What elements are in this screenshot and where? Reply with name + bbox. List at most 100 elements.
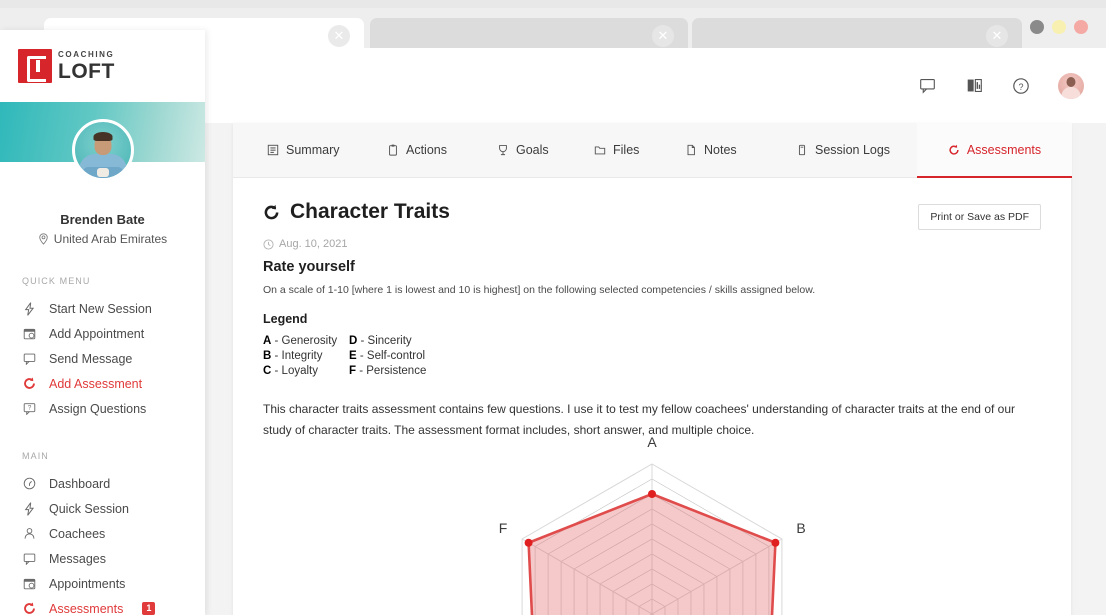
sidebar-item-label: Appointments bbox=[49, 577, 125, 591]
print-save-pdf-button[interactable]: Print or Save as PDF bbox=[918, 204, 1041, 230]
chat-bubble-icon bbox=[22, 551, 37, 566]
logo-text-top: COACHING bbox=[58, 51, 115, 59]
legend-item-d: D - Sincerity bbox=[349, 335, 1041, 347]
chat-bubble-icon bbox=[22, 351, 37, 366]
calendar-icon bbox=[22, 576, 37, 591]
profile-avatar[interactable] bbox=[72, 119, 134, 181]
quick-menu-heading: QUICK MENU bbox=[0, 276, 205, 286]
tab-actions[interactable]: Actions bbox=[387, 123, 447, 178]
sidebar-item-label: Add Assessment bbox=[49, 377, 142, 391]
refresh-circle-icon bbox=[22, 376, 37, 391]
reports-icon[interactable] bbox=[964, 76, 984, 96]
tab-notes[interactable]: Notes bbox=[685, 123, 737, 178]
sidebar: COACHING LOFT Brenden Bate United Arab E… bbox=[0, 30, 205, 615]
session-logs-icon bbox=[796, 144, 808, 156]
help-icon[interactable]: ? bbox=[1011, 76, 1031, 96]
tab-label: Goals bbox=[516, 143, 549, 157]
sidebar-item-label: Coachees bbox=[49, 527, 105, 541]
page-title: Character Traits bbox=[263, 200, 450, 224]
assessment-date: Aug. 10, 2021 bbox=[263, 238, 1041, 250]
sidebar-item-quick-session[interactable]: Quick Session bbox=[0, 496, 205, 521]
app-root: ✕ ✕ ✕ ? bbox=[0, 0, 1106, 615]
tab-label: Assessments bbox=[967, 143, 1041, 157]
clock-icon bbox=[263, 239, 274, 250]
radar-point-B bbox=[771, 539, 779, 547]
sidebar-item-dashboard[interactable]: Dashboard bbox=[0, 471, 205, 496]
main-menu-list: Dashboard Quick Session Coachees Message… bbox=[0, 471, 205, 615]
tab-session-logs[interactable]: Session Logs bbox=[796, 123, 890, 178]
sidebar-item-label: Send Message bbox=[49, 352, 132, 366]
svg-text:?: ? bbox=[1018, 81, 1023, 91]
messages-icon[interactable] bbox=[917, 76, 937, 96]
sidebar-item-label: Quick Session bbox=[49, 502, 129, 516]
assessment-content: Character Traits Print or Save as PDF Au… bbox=[233, 178, 1071, 441]
sidebar-item-start-new-session[interactable]: Start New Session bbox=[0, 296, 205, 321]
quick-menu-list: Start New Session Add Appointment Send M… bbox=[0, 296, 205, 421]
lightning-icon bbox=[22, 301, 37, 316]
avatar-cuff bbox=[97, 168, 109, 177]
status-badge: 1 bbox=[142, 602, 155, 615]
browser-tab-2[interactable]: ✕ bbox=[370, 18, 688, 52]
legend-heading: Legend bbox=[263, 312, 1041, 326]
tab-label: Actions bbox=[406, 143, 447, 157]
radar-point-A bbox=[648, 490, 656, 498]
brand-logo[interactable]: COACHING LOFT bbox=[0, 30, 205, 102]
clipboard-icon bbox=[387, 144, 399, 156]
rate-yourself-heading: Rate yourself bbox=[263, 259, 1041, 275]
main-menu-heading: MAIN bbox=[0, 451, 205, 461]
close-icon[interactable]: ✕ bbox=[986, 25, 1008, 47]
app-topbar: ? bbox=[196, 48, 1106, 123]
maximize-button[interactable] bbox=[1052, 20, 1066, 34]
calendar-icon bbox=[22, 326, 37, 341]
sidebar-item-label: Assign Questions bbox=[49, 402, 146, 416]
sidebar-item-assessments[interactable]: Assessments 1 bbox=[0, 596, 205, 615]
sidebar-item-coachees[interactable]: Coachees bbox=[0, 521, 205, 546]
svg-text:?: ? bbox=[28, 404, 32, 411]
tab-label: Files bbox=[613, 143, 639, 157]
date-text: Aug. 10, 2021 bbox=[279, 238, 348, 250]
close-button[interactable] bbox=[1074, 20, 1088, 34]
sidebar-item-label: Add Appointment bbox=[49, 327, 144, 341]
legend-item-e: E - Self-control bbox=[349, 350, 1041, 362]
title-row: Character Traits Print or Save as PDF bbox=[263, 200, 1041, 230]
close-icon[interactable]: ✕ bbox=[328, 25, 350, 47]
close-icon[interactable]: ✕ bbox=[652, 25, 674, 47]
scale-note: On a scale of 1-10 [where 1 is lowest an… bbox=[263, 284, 1041, 296]
logo-mark-icon bbox=[18, 49, 52, 83]
sidebar-item-label: Start New Session bbox=[49, 302, 152, 316]
radar-chart: ABCDEF bbox=[233, 408, 1071, 615]
tab-goals[interactable]: Goals bbox=[497, 123, 549, 178]
browser-tab-3[interactable]: ✕ bbox=[692, 18, 1022, 52]
radar-axis-label-B: B bbox=[796, 520, 805, 536]
avatar[interactable] bbox=[1058, 73, 1084, 99]
sidebar-item-send-message[interactable]: Send Message bbox=[0, 346, 205, 371]
tab-summary[interactable]: Summary bbox=[267, 123, 339, 178]
sidebar-item-add-appointment[interactable]: Add Appointment bbox=[0, 321, 205, 346]
note-icon bbox=[685, 144, 697, 156]
sidebar-item-label: Assessments bbox=[49, 602, 123, 615]
tab-files[interactable]: Files bbox=[594, 123, 639, 178]
page-title-text: Character Traits bbox=[290, 200, 450, 224]
refresh-circle-icon bbox=[263, 204, 280, 221]
legend-item-c: C - Loyalty bbox=[263, 365, 349, 377]
minimize-button[interactable] bbox=[1030, 20, 1044, 34]
radar-axis-label-F: F bbox=[499, 520, 508, 536]
sidebar-item-appointments[interactable]: Appointments bbox=[0, 571, 205, 596]
refresh-circle-icon bbox=[948, 144, 960, 156]
profile-name: Brenden Bate bbox=[0, 212, 205, 227]
sidebar-item-label: Messages bbox=[49, 552, 106, 566]
legend-item-b: B - Integrity bbox=[263, 350, 349, 362]
sidebar-item-label: Dashboard bbox=[49, 477, 110, 491]
sidebar-item-messages[interactable]: Messages bbox=[0, 546, 205, 571]
sidebar-item-assign-questions[interactable]: ? Assign Questions bbox=[0, 396, 205, 421]
profile-location-text: United Arab Emirates bbox=[54, 232, 167, 246]
legend-item-a: A - Generosity bbox=[263, 335, 349, 347]
tab-assessments[interactable]: Assessments bbox=[917, 123, 1072, 178]
content-tabs: Summary Actions Goals bbox=[233, 123, 1071, 178]
radar-chart-svg: ABCDEF bbox=[442, 408, 862, 615]
main-stage: ? Summary Actions bbox=[196, 48, 1106, 615]
sidebar-item-add-assessment[interactable]: Add Assessment bbox=[0, 371, 205, 396]
refresh-circle-icon bbox=[22, 601, 37, 615]
profile-banner bbox=[0, 102, 205, 162]
lightning-icon bbox=[22, 501, 37, 516]
